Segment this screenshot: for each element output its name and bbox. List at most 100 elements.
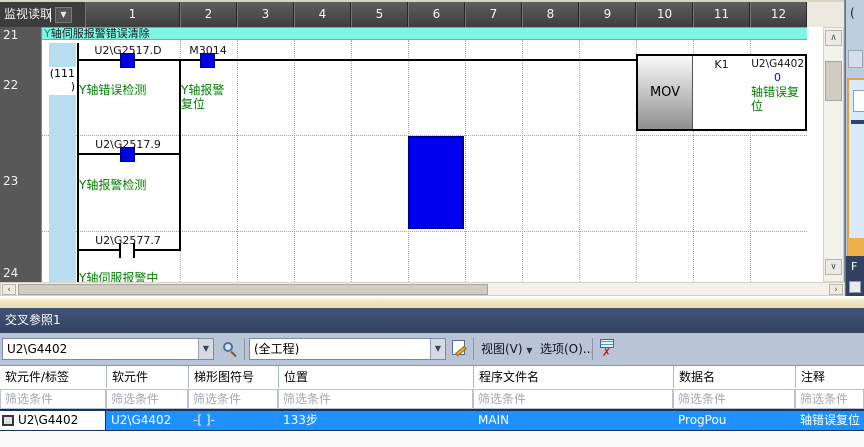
row-number-24: 24: [0, 266, 18, 280]
cell-program: MAIN: [473, 411, 673, 430]
combobox-dropdown-icon[interactable]: ▼: [198, 339, 213, 359]
scroll-down-icon[interactable]: ∨: [825, 259, 842, 275]
cell-position: 133步: [278, 411, 473, 430]
ladder-column-header-3: 3: [237, 2, 294, 27]
filter-input-device-label[interactable]: 筛选条件: [0, 389, 106, 409]
instruction-operand-1: K1: [694, 58, 749, 71]
column-header-device[interactable]: 软元件: [106, 366, 188, 388]
red-x-icon: ✗: [602, 348, 611, 358]
column-header-device-label[interactable]: 软元件/标签: [0, 366, 106, 388]
grid-line: [351, 40, 352, 282]
text-cursor: [50, 8, 51, 22]
scroll-right-icon[interactable]: ›: [829, 284, 843, 295]
ladder-column-header-7: 7: [465, 2, 522, 27]
vertical-scrollbar[interactable]: ∧ ∨: [823, 27, 844, 282]
scroll-up-icon[interactable]: ∧: [825, 30, 842, 46]
toolbar-separator: [244, 338, 245, 360]
right-dock-strip: ( F: [845, 0, 864, 306]
statement-text-head: Y: [44, 27, 51, 40]
monitor-mode-combobox[interactable]: 监视读取: [0, 2, 85, 27]
device-comment: Y轴报警检测: [79, 178, 181, 192]
search-scope-value: (全工程): [254, 342, 299, 356]
instruction-operand-2: U2\G4402: [750, 58, 805, 70]
xref-table-header: 软元件/标签 软元件 梯形图符号 位置 程序文件名 数据名 注释: [0, 366, 864, 389]
search-icon-handle: [230, 351, 236, 357]
mov-instruction-block[interactable]: MOV K1 U2\G4402 0 轴错误复位: [636, 54, 807, 131]
ladder-column-header-2: 2: [180, 2, 237, 27]
rung-statement-row[interactable]: Y轴伺服报警错误清除: [42, 27, 807, 40]
column-header-position[interactable]: 位置: [278, 366, 473, 388]
cell-dataname: ProgPou: [673, 411, 795, 430]
column-header-program[interactable]: 程序文件名: [473, 366, 673, 388]
ladder-editor-canvas[interactable]: Y轴伺服报警错误清除 (111 ) U2\G2517.D Y轴错误检测: [42, 27, 823, 282]
dock-partial-text: (: [850, 6, 855, 20]
vertical-scroll-thumb[interactable]: [825, 61, 842, 101]
filter-input-dataname[interactable]: 筛选条件: [673, 389, 795, 409]
contact-symbol[interactable]: [133, 243, 135, 258]
ladder-column-header-10: 10: [636, 2, 693, 27]
monitor-mode-label: 监视读取: [4, 7, 52, 21]
application-window: 监视读取 ▼ 1 2 3 4 5 6 7 8 9 10 11 12 21 22 …: [0, 0, 864, 447]
ladder-column-header-11: 11: [693, 2, 750, 27]
dock-focused-panel: [847, 78, 864, 258]
xref-result-row[interactable]: U2\G4402 U2\G4402 -[ ]- 133步 MAIN ProgPo…: [0, 409, 864, 431]
contact-on-indicator[interactable]: [120, 147, 135, 162]
device-search-value: U2\G4402: [7, 342, 67, 356]
filter-input-position[interactable]: 筛选条件: [278, 389, 473, 409]
toolbar-separator: [592, 338, 593, 360]
device-comment: Y轴错误检测: [79, 83, 181, 97]
row-number-23: 23: [0, 174, 18, 188]
ladder-column-header-12: 12: [750, 2, 807, 27]
row-number-21: 21: [0, 28, 18, 42]
cell-symbol: -[ ]-: [188, 411, 278, 430]
grid-line: [42, 231, 807, 232]
scroll-left-icon[interactable]: ‹: [2, 284, 16, 295]
device-comment: Y轴报警复位: [181, 83, 235, 111]
combobox-dropdown-icon[interactable]: ▼: [430, 339, 445, 359]
filter-input-comment[interactable]: 筛选条件: [795, 389, 864, 409]
cell-comment: 轴错误复位: [795, 411, 864, 430]
cross-reference-toolbar: U2\G4402 ▼ (全工程) ▼ 视图(V) ▼ 选项(O)...: [0, 333, 864, 366]
contact-device-label: U2\G2577.7: [90, 234, 166, 247]
horizontal-scrollbar[interactable]: ‹ ›: [0, 282, 845, 296]
dock-partial-text-f: F: [851, 260, 857, 273]
rung-wire: [77, 59, 636, 61]
options-menu[interactable]: 选项(O)...: [540, 338, 594, 360]
filter-input-symbol[interactable]: 筛选条件: [188, 389, 278, 409]
horizontal-scroll-thumb[interactable]: [18, 284, 488, 295]
filter-input-program[interactable]: 筛选条件: [473, 389, 673, 409]
ladder-column-header-4: 4: [294, 2, 351, 27]
dock-button[interactable]: [848, 50, 863, 68]
search-button[interactable]: [221, 341, 239, 359]
device-comment: 轴错误复位: [751, 85, 805, 113]
column-header-comment[interactable]: 注释: [795, 366, 864, 388]
left-power-rail: [77, 43, 79, 282]
dock-small-icon: [849, 281, 861, 293]
grid-line: [522, 40, 523, 282]
column-header-symbol[interactable]: 梯形图符号: [188, 366, 278, 388]
device-search-combobox[interactable]: U2\G4402 ▼: [2, 338, 214, 360]
cell-device-label: U2\G4402: [0, 411, 106, 430]
grid-line: [465, 40, 466, 282]
view-menu[interactable]: 视图(V) ▼: [481, 338, 533, 362]
table-empty-area: [0, 431, 864, 447]
contact-gap: [121, 249, 133, 251]
ladder-column-header-8: 8: [522, 2, 579, 27]
grid-line: [294, 40, 295, 282]
monitor-value: 0: [750, 71, 805, 84]
ladder-column-header-5: 5: [351, 2, 408, 27]
search-scope-combobox[interactable]: (全工程) ▼: [249, 338, 446, 360]
grid-line: [579, 40, 580, 282]
clear-results-button[interactable]: ✗: [600, 339, 616, 359]
view-menu-dropdown-icon: ▼: [526, 346, 532, 355]
contact-on-indicator[interactable]: [120, 53, 135, 68]
xref-filter-row: 筛选条件 筛选条件 筛选条件 筛选条件 筛选条件 筛选条件 筛选条件: [0, 389, 864, 409]
filter-input-device[interactable]: 筛选条件: [106, 389, 188, 409]
window-splitter[interactable]: [0, 296, 864, 308]
condition-settings-button[interactable]: [452, 339, 469, 358]
contact-on-indicator[interactable]: [200, 53, 215, 68]
mode-dropdown-icon[interactable]: ▼: [55, 7, 72, 23]
ladder-cursor-cell[interactable]: [408, 136, 464, 229]
column-header-dataname[interactable]: 数据名: [673, 366, 795, 388]
ladder-column-header-9: 9: [579, 2, 636, 27]
